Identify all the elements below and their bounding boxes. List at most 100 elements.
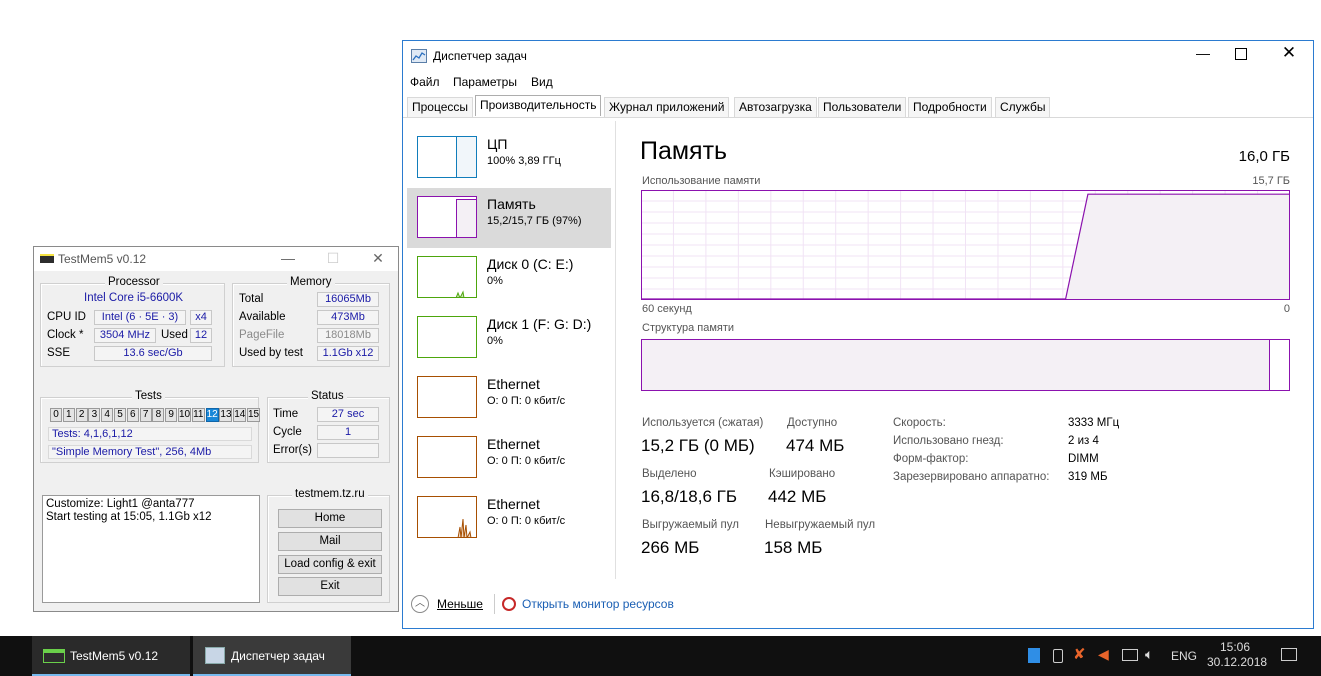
- open-resource-monitor-link[interactable]: Открыть монитор ресурсов: [522, 597, 674, 611]
- sidebar-item-sub: 0%: [487, 335, 503, 347]
- site-link[interactable]: testmem.tz.ru: [292, 488, 368, 500]
- footer-divider: [494, 594, 495, 614]
- sidebar-separator: [615, 121, 616, 579]
- test-number-box: 11: [191, 408, 205, 422]
- sidebar-item-disk-1[interactable]: Диск 1 (F: G: D:) 0%: [407, 308, 611, 368]
- test-number-box: 12: [205, 408, 219, 422]
- sidebar-item-sub: 100% 3,89 ГГц: [487, 155, 561, 167]
- testmem-app-icon: [40, 254, 54, 263]
- tab-startup[interactable]: Автозагрузка: [734, 97, 817, 117]
- used-label: Used: [161, 329, 188, 341]
- in-use-label: Используется (сжатая): [642, 417, 764, 429]
- network-icon[interactable]: [1122, 649, 1138, 661]
- mail-button[interactable]: Mail: [278, 532, 382, 551]
- sidebar-item-disk-0[interactable]: Диск 0 (C: E:) 0%: [407, 248, 611, 308]
- cpu-name: Intel Core i5-6600K: [84, 292, 184, 304]
- sidebar-item-label: Ethernet: [487, 436, 540, 452]
- clock[interactable]: 15:06 30.12.2018: [1207, 640, 1267, 670]
- close-icon[interactable]: ✕: [369, 251, 387, 267]
- usage-chart-max: 15,7 ГБ: [1252, 175, 1290, 187]
- errors-value: [317, 443, 379, 458]
- test-number-box: 13: [219, 408, 233, 422]
- tab-performance[interactable]: Производительность: [475, 95, 602, 116]
- testmem-app-icon: [43, 649, 65, 663]
- tools-icon[interactable]: ✘: [1073, 645, 1086, 663]
- log-line: Start testing at 15:05, 1.1Gb x12: [46, 511, 212, 523]
- sidebar-item-label: Диск 0 (C: E:): [487, 256, 574, 272]
- composition-in-use: [642, 340, 1270, 390]
- status-group-title: Status: [308, 390, 347, 402]
- taskmgr-app-icon: [411, 49, 427, 63]
- test-number-box: 8: [152, 408, 165, 422]
- exit-button[interactable]: Exit: [278, 577, 382, 596]
- taskmgr-app-icon: [205, 647, 225, 664]
- close-icon[interactable]: ✕: [1277, 43, 1301, 65]
- tab-app-history[interactable]: Журнал приложений: [604, 97, 730, 117]
- volume-icon[interactable]: 🔈︎: [1145, 646, 1153, 663]
- tab-services[interactable]: Службы: [995, 97, 1051, 117]
- ethernet-thumbnail: [417, 376, 477, 418]
- cached-label: Кэшировано: [769, 468, 836, 480]
- sidebar-item-ethernet-2[interactable]: Ethernet О: 0 П: 0 кбит/с: [407, 428, 611, 488]
- sidebar-item-sub: О: 0 П: 0 кбит/с: [487, 515, 566, 527]
- sse-label: SSE: [47, 347, 71, 359]
- tab-processes[interactable]: Процессы: [407, 97, 474, 117]
- sidebar-item-label: Память: [487, 196, 536, 212]
- chevron-up-icon[interactable]: ︿: [411, 595, 429, 613]
- test-number-box: 2: [75, 408, 88, 422]
- menu-options[interactable]: Параметры: [453, 75, 517, 89]
- speaker-warning-icon[interactable]: ◀: [1098, 646, 1109, 663]
- used-value: 12: [190, 328, 212, 343]
- log-textbox[interactable]: Customize: Light1 @anta777 Start testing…: [42, 495, 260, 603]
- cpu-cores-value: x4: [190, 310, 212, 325]
- taskbar-app-testmem[interactable]: TestMem5 v0.12: [32, 636, 190, 676]
- notifications-icon[interactable]: [1281, 648, 1297, 661]
- composition-label: Структура памяти: [642, 322, 735, 334]
- available-label: Available: [239, 311, 286, 323]
- in-use-value: 15,2 ГБ (0 МБ): [641, 436, 755, 455]
- memory-usage-chart: [641, 190, 1290, 300]
- sidebar-item-sub: 15,2/15,7 ГБ (97%): [487, 215, 582, 227]
- time-value: 27 sec: [317, 407, 379, 422]
- sidebar-item-label: Диск 1 (F: G: D:): [487, 316, 592, 332]
- language-indicator[interactable]: ENG: [1171, 649, 1197, 663]
- minimize-icon[interactable]: —: [279, 251, 297, 267]
- testmem-titlebar[interactable]: TestMem5 v0.12 — ☐ ✕: [34, 247, 398, 271]
- menu-view[interactable]: Вид: [531, 75, 553, 89]
- menu-file[interactable]: Файл: [410, 75, 440, 89]
- tray-app-icon[interactable]: [1028, 648, 1040, 663]
- cached-value: 442 МБ: [768, 487, 827, 506]
- slots-label: Использовано гнезд:: [893, 435, 1004, 447]
- memory-group-title: Memory: [287, 276, 335, 288]
- used-by-test-label: Used by test: [239, 347, 303, 359]
- cycle-label: Cycle: [273, 426, 302, 438]
- total-label: Total: [239, 293, 264, 305]
- home-button[interactable]: Home: [278, 509, 382, 528]
- sidebar-item-cpu[interactable]: ЦП 100% 3,89 ГГц: [407, 128, 611, 188]
- minimize-icon[interactable]: —: [1189, 45, 1217, 65]
- maximize-icon[interactable]: [1235, 48, 1247, 60]
- taskbar-app-label: Диспетчер задач: [231, 649, 325, 663]
- disk-0-thumbnail: [417, 256, 477, 298]
- load-config-exit-button[interactable]: Load config & exit: [278, 555, 382, 574]
- sidebar-item-label: Ethernet: [487, 496, 540, 512]
- sidebar-item-memory[interactable]: Память 15,2/15,7 ГБ (97%): [407, 188, 611, 248]
- tab-users[interactable]: Пользователи: [818, 97, 907, 117]
- taskbar-app-taskmgr[interactable]: Диспетчер задач: [193, 636, 351, 676]
- nonpaged-pool-label: Невыгружаемый пул: [765, 519, 876, 531]
- speed-value: 3333 МГц: [1068, 417, 1120, 429]
- cpu-id-label: CPU ID: [47, 311, 86, 323]
- clock-label: Clock *: [47, 329, 84, 341]
- ethernet-thumbnail: [417, 496, 477, 538]
- test-number-box: 10: [178, 408, 191, 422]
- sidebar-item-sub: 0%: [487, 275, 503, 287]
- test-number-box: 15: [247, 408, 260, 422]
- tab-details[interactable]: Подробности: [908, 97, 992, 117]
- sidebar-item-ethernet-3[interactable]: Ethernet О: 0 П: 0 кбит/с: [407, 488, 611, 548]
- tab-divider: [403, 117, 1313, 118]
- hw-reserved-label: Зарезервировано аппаратно:: [893, 471, 1050, 483]
- memory-total: 16,0 ГБ: [1238, 148, 1290, 165]
- sidebar-item-ethernet-1[interactable]: Ethernet О: 0 П: 0 кбит/с: [407, 368, 611, 428]
- fewer-details-link[interactable]: Меньше: [437, 597, 483, 611]
- usb-icon[interactable]: [1053, 649, 1063, 663]
